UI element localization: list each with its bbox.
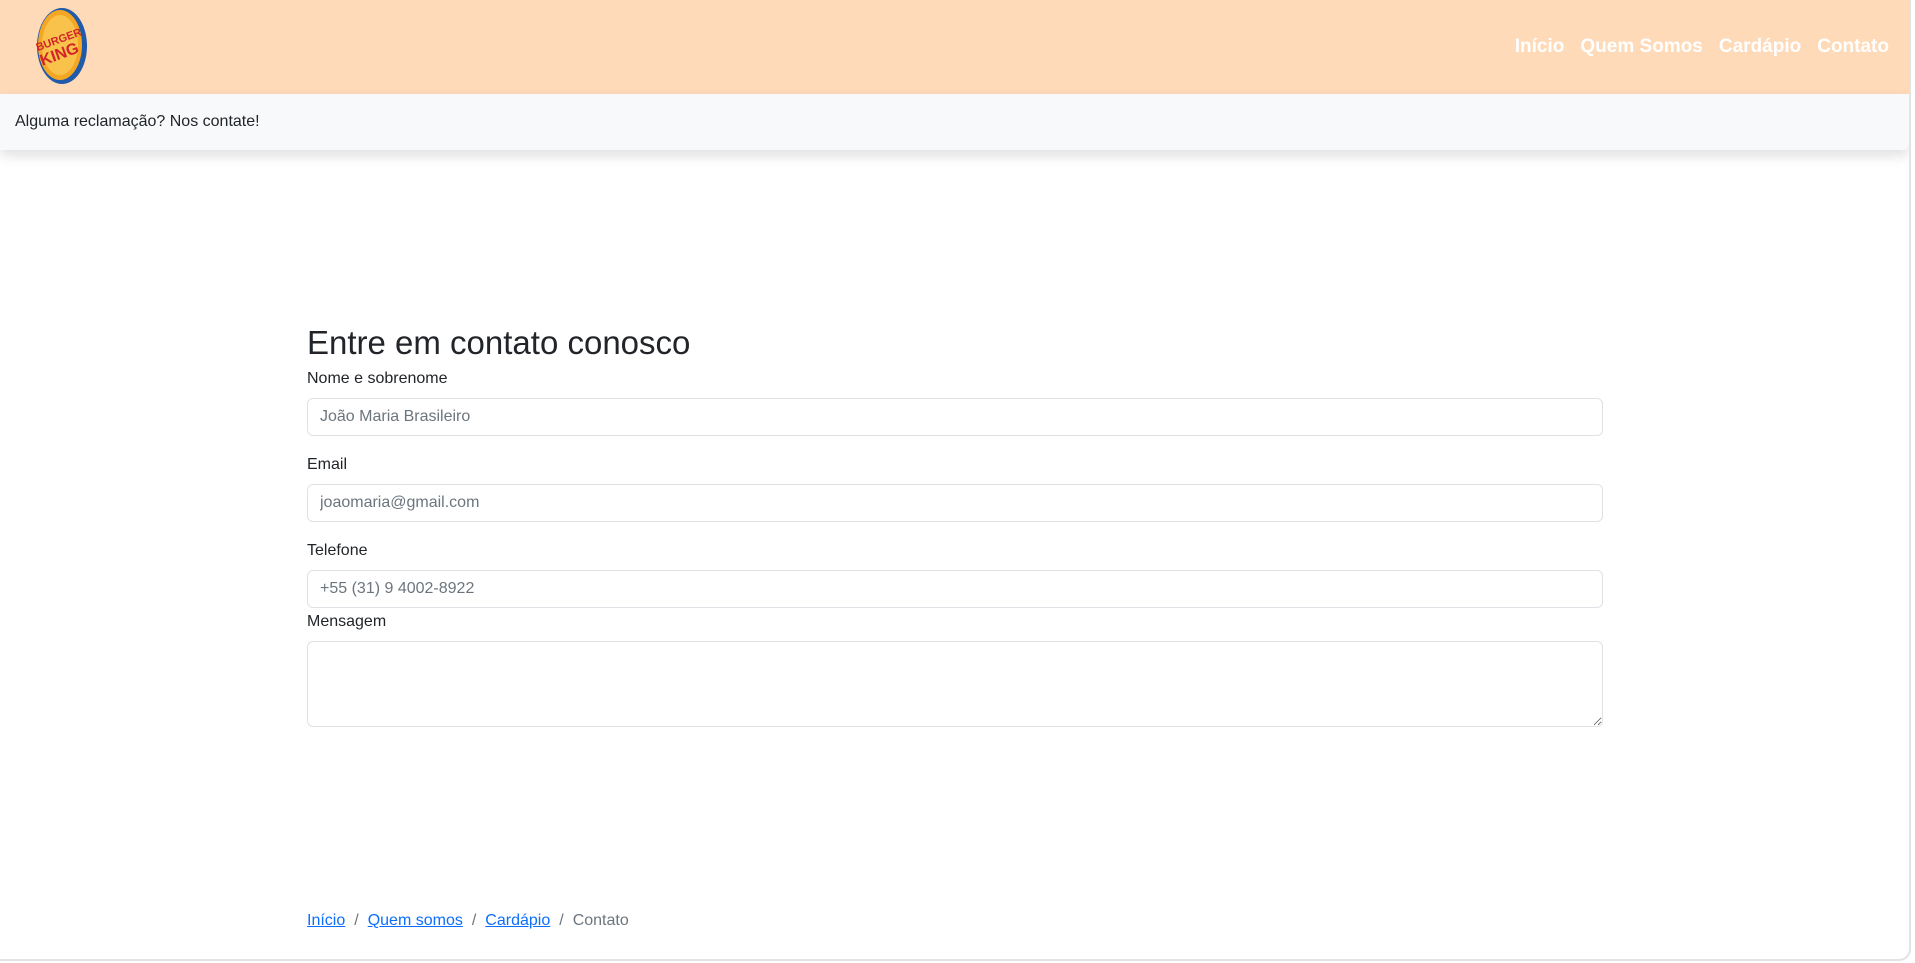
nav-link-quem-somos[interactable]: Quem Somos	[1580, 35, 1702, 59]
email-input[interactable]	[307, 484, 1603, 522]
nav-link-contato[interactable]: Contato	[1817, 35, 1889, 59]
breadcrumb-current: Contato	[572, 912, 629, 929]
phone-label: Telefone	[307, 542, 368, 559]
message-textarea[interactable]	[307, 641, 1603, 727]
complaint-banner: Alguma reclamação? Nos contate!	[0, 94, 1909, 150]
contact-form: Entre em contato conosco Nome e sobrenom…	[307, 322, 1603, 727]
main-nav: Início Quem Somos Cardápio Contato	[1515, 35, 1889, 59]
burger-king-logo[interactable]: BURGER KING	[32, 5, 88, 87]
breadcrumb-separator: /	[354, 912, 359, 929]
name-input[interactable]	[307, 398, 1603, 436]
complaint-banner-text: Alguma reclamação? Nos contate!	[15, 113, 260, 130]
page-title: Entre em contato conosco	[307, 324, 691, 361]
breadcrumb-link-quem-somos[interactable]: Quem somos	[368, 912, 463, 930]
phone-input[interactable]	[307, 570, 1603, 608]
email-label: Email	[307, 456, 348, 473]
nav-link-cardapio[interactable]: Cardápio	[1719, 35, 1801, 59]
breadcrumb-separator: /	[559, 912, 564, 929]
header: BURGER KING Início Quem Somos Cardápio C…	[0, 0, 1909, 94]
nav-link-inicio[interactable]: Início	[1515, 35, 1565, 59]
name-label: Nome e sobrenome	[307, 370, 448, 387]
breadcrumb-separator: /	[471, 912, 477, 929]
breadcrumb-link-inicio[interactable]: Início	[307, 912, 345, 930]
breadcrumb-link-cardapio[interactable]: Cardápio	[485, 912, 550, 930]
page: BURGER KING Início Quem Somos Cardápio C…	[0, 0, 1911, 961]
breadcrumb: Início / Quem somos / Cardápio / Contato	[307, 912, 629, 930]
message-label: Mensagem	[307, 613, 387, 630]
